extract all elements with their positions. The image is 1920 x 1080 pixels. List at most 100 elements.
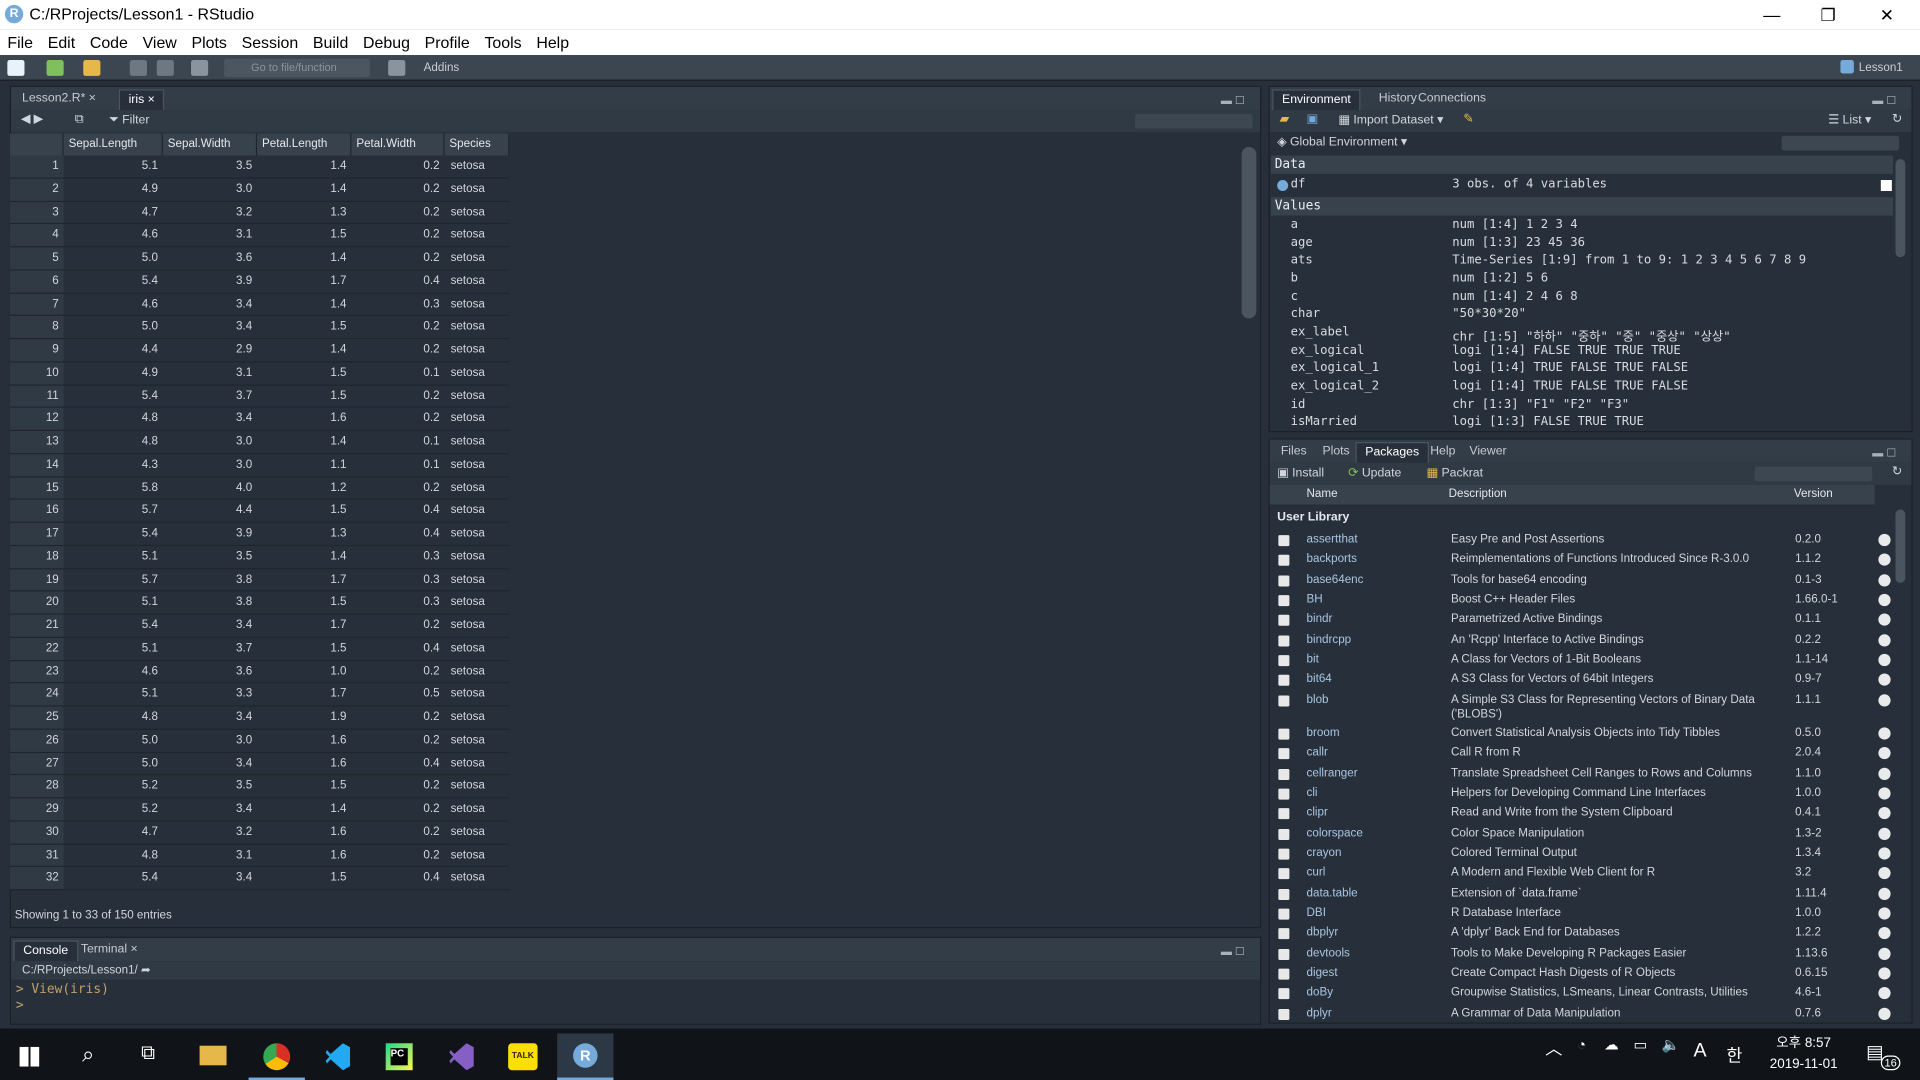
tab-environment[interactable]: Environment xyxy=(1272,89,1361,111)
remove-package-icon[interactable] xyxy=(1878,827,1891,840)
env-value-row[interactable]: ex_logical_1 logi [1:4] TRUE FALSE TRUE F… xyxy=(1271,361,1893,379)
package-name-link[interactable]: data.table xyxy=(1307,886,1358,899)
remove-package-icon[interactable] xyxy=(1878,867,1891,880)
ime-mode[interactable]: A xyxy=(1693,1041,1706,1063)
table-row[interactable]: 6 5.4 3.9 1.7 0.4 setosa xyxy=(9,270,510,294)
table-row[interactable]: 25 4.8 3.4 1.9 0.2 setosa xyxy=(9,706,510,730)
search-icon[interactable]: ⌕ xyxy=(60,1033,116,1080)
table-row[interactable]: 7 4.6 3.4 1.4 0.3 setosa xyxy=(9,293,510,317)
package-load-checkbox[interactable] xyxy=(1278,575,1290,587)
remove-package-icon[interactable] xyxy=(1878,694,1891,707)
save-icon[interactable] xyxy=(129,60,147,76)
column-header-sepal-length[interactable]: Sepal.Length xyxy=(63,133,163,156)
package-name-link[interactable]: bit64 xyxy=(1307,673,1332,686)
remove-package-icon[interactable] xyxy=(1878,847,1891,860)
package-row[interactable]: base64enc Tools for base64 encoding 0.1-3 xyxy=(1271,573,1898,593)
env-search-input[interactable] xyxy=(1781,135,1900,151)
package-row[interactable]: dbplyr A 'dplyr' Back End for Databases 1.… xyxy=(1271,926,1898,946)
package-load-checkbox[interactable] xyxy=(1278,748,1290,760)
remove-package-icon[interactable] xyxy=(1878,573,1891,587)
table-row[interactable]: 10 4.9 3.1 1.5 0.1 setosa xyxy=(9,362,510,386)
volume-icon[interactable]: 🔈 xyxy=(1662,1036,1680,1053)
save-all-icon[interactable] xyxy=(156,60,174,76)
remove-package-icon[interactable] xyxy=(1878,727,1891,740)
start-button[interactable] xyxy=(0,1033,56,1080)
table-row[interactable]: 30 4.7 3.2 1.6 0.2 setosa xyxy=(9,821,510,845)
remove-package-icon[interactable] xyxy=(1878,747,1891,760)
table-row[interactable]: 32 5.4 3.4 1.5 0.4 setosa xyxy=(9,867,510,891)
package-row[interactable]: bit64 A S3 Class for Vectors of 64bit Int… xyxy=(1271,673,1898,693)
package-load-checkbox[interactable] xyxy=(1278,808,1290,820)
table-row[interactable]: 29 5.2 3.4 1.4 0.2 setosa xyxy=(9,798,510,822)
env-value-row[interactable]: ex_logical logi [1:4] FALSE TRUE TRUE TRU… xyxy=(1271,344,1893,362)
env-value-row[interactable]: ats Time-Series [1:9] from 1 to 9: 1 2 3 … xyxy=(1271,254,1893,272)
package-name-link[interactable]: base64enc xyxy=(1307,573,1364,586)
import-dataset-button[interactable]: ▦ Import Dataset ▾ xyxy=(1338,114,1443,127)
package-name-link[interactable]: DBI xyxy=(1307,906,1326,919)
package-name-link[interactable]: BH xyxy=(1307,593,1323,606)
menu-plots[interactable]: Plots xyxy=(184,29,234,55)
package-load-checkbox[interactable] xyxy=(1278,948,1290,960)
package-row[interactable]: broom Convert Statistical Analysis Object… xyxy=(1271,726,1898,746)
package-load-checkbox[interactable] xyxy=(1278,635,1290,647)
restore-button[interactable]: ❐ xyxy=(1800,2,1856,26)
env-value-row[interactable]: b num [1:2] 5 6 xyxy=(1271,272,1893,290)
onedrive-icon[interactable]: ☁ xyxy=(1604,1036,1619,1053)
package-name-link[interactable]: curl xyxy=(1307,866,1326,879)
table-row[interactable]: 19 5.7 3.8 1.7 0.3 setosa xyxy=(9,568,510,592)
table-row[interactable]: 12 4.8 3.4 1.6 0.2 setosa xyxy=(9,408,510,432)
remove-package-icon[interactable] xyxy=(1878,633,1891,647)
remove-package-icon[interactable] xyxy=(1878,967,1891,980)
package-name-link[interactable]: broom xyxy=(1307,726,1340,739)
table-row[interactable]: 16 5.7 4.4 1.5 0.4 setosa xyxy=(9,499,510,523)
package-search-input[interactable] xyxy=(1754,466,1873,482)
package-load-checkbox[interactable] xyxy=(1278,655,1290,667)
table-row[interactable]: 3 4.7 3.2 1.3 0.2 setosa xyxy=(9,201,510,225)
tab-console[interactable]: Console xyxy=(13,940,79,962)
package-name-link[interactable]: blob xyxy=(1307,693,1329,706)
package-name-link[interactable]: cli xyxy=(1307,786,1318,799)
env-scrollbar[interactable] xyxy=(1895,159,1906,258)
remove-package-icon[interactable] xyxy=(1878,613,1891,627)
remove-package-icon[interactable] xyxy=(1878,807,1891,820)
env-row-df[interactable]: df 3 obs. of 4 variables xyxy=(1271,178,1893,196)
save-workspace-icon[interactable]: ▣ xyxy=(1307,113,1319,126)
package-load-checkbox[interactable] xyxy=(1278,615,1290,627)
table-row[interactable]: 14 4.3 3.0 1.1 0.1 setosa xyxy=(9,453,510,477)
env-value-row[interactable]: isMarried logi [1:3] FALSE TRUE TRUE xyxy=(1271,415,1893,433)
package-load-checkbox[interactable] xyxy=(1278,595,1290,607)
package-name-link[interactable]: bit xyxy=(1307,653,1319,666)
remove-package-icon[interactable] xyxy=(1878,927,1891,940)
remove-package-icon[interactable] xyxy=(1878,987,1891,1000)
env-value-row[interactable]: a num [1:4] 1 2 3 4 xyxy=(1271,218,1893,236)
table-search-input[interactable] xyxy=(1135,113,1253,129)
menu-build[interactable]: Build xyxy=(306,29,356,55)
tab-lesson2[interactable]: Lesson2.R* × xyxy=(13,89,104,110)
filter-button[interactable]: ⏷ Filter xyxy=(109,114,149,127)
package-name-link[interactable]: digest xyxy=(1307,966,1338,979)
table-row[interactable]: 27 5.0 3.4 1.6 0.4 setosa xyxy=(9,752,510,776)
remove-package-icon[interactable] xyxy=(1878,653,1891,667)
package-load-checkbox[interactable] xyxy=(1278,868,1290,880)
package-row[interactable]: devtools Tools to Make Developing R Packa… xyxy=(1271,946,1898,966)
package-row[interactable]: digest Create Compact Hash Digests of R O… xyxy=(1271,966,1898,986)
wifi-icon[interactable]: ◔ xyxy=(1577,1036,1586,1053)
pkg-maximize-icon[interactable]: ▬ ☐ xyxy=(1872,447,1896,460)
visual-studio-icon[interactable] xyxy=(433,1033,489,1080)
package-load-checkbox[interactable] xyxy=(1278,928,1290,940)
package-row[interactable]: bindrcpp An 'Rcpp' Interface to Active Bi… xyxy=(1271,633,1898,653)
remove-package-icon[interactable] xyxy=(1878,947,1891,960)
table-row[interactable]: 9 4.4 2.9 1.4 0.2 setosa xyxy=(9,339,510,363)
package-row[interactable]: cellranger Translate Spreadsheet Cell Ran… xyxy=(1271,766,1898,786)
package-name-link[interactable]: cellranger xyxy=(1307,766,1358,779)
console-output[interactable]: > View(iris) > xyxy=(16,982,109,1014)
console-maximize-icon[interactable]: ▬ ☐ xyxy=(1221,945,1245,958)
table-row[interactable]: 1 5.1 3.5 1.4 0.2 setosa xyxy=(9,155,510,179)
package-name-link[interactable]: bindr xyxy=(1307,613,1333,626)
open-file-icon[interactable] xyxy=(83,60,101,76)
package-row[interactable]: doBy Groupwise Statistics, LSmeans, Linea… xyxy=(1271,986,1898,1006)
package-load-checkbox[interactable] xyxy=(1278,535,1290,547)
table-row[interactable]: 18 5.1 3.5 1.4 0.3 setosa xyxy=(9,545,510,569)
tab-terminal[interactable]: Terminal × xyxy=(72,940,146,961)
install-button[interactable]: ▣ Install xyxy=(1277,467,1324,480)
